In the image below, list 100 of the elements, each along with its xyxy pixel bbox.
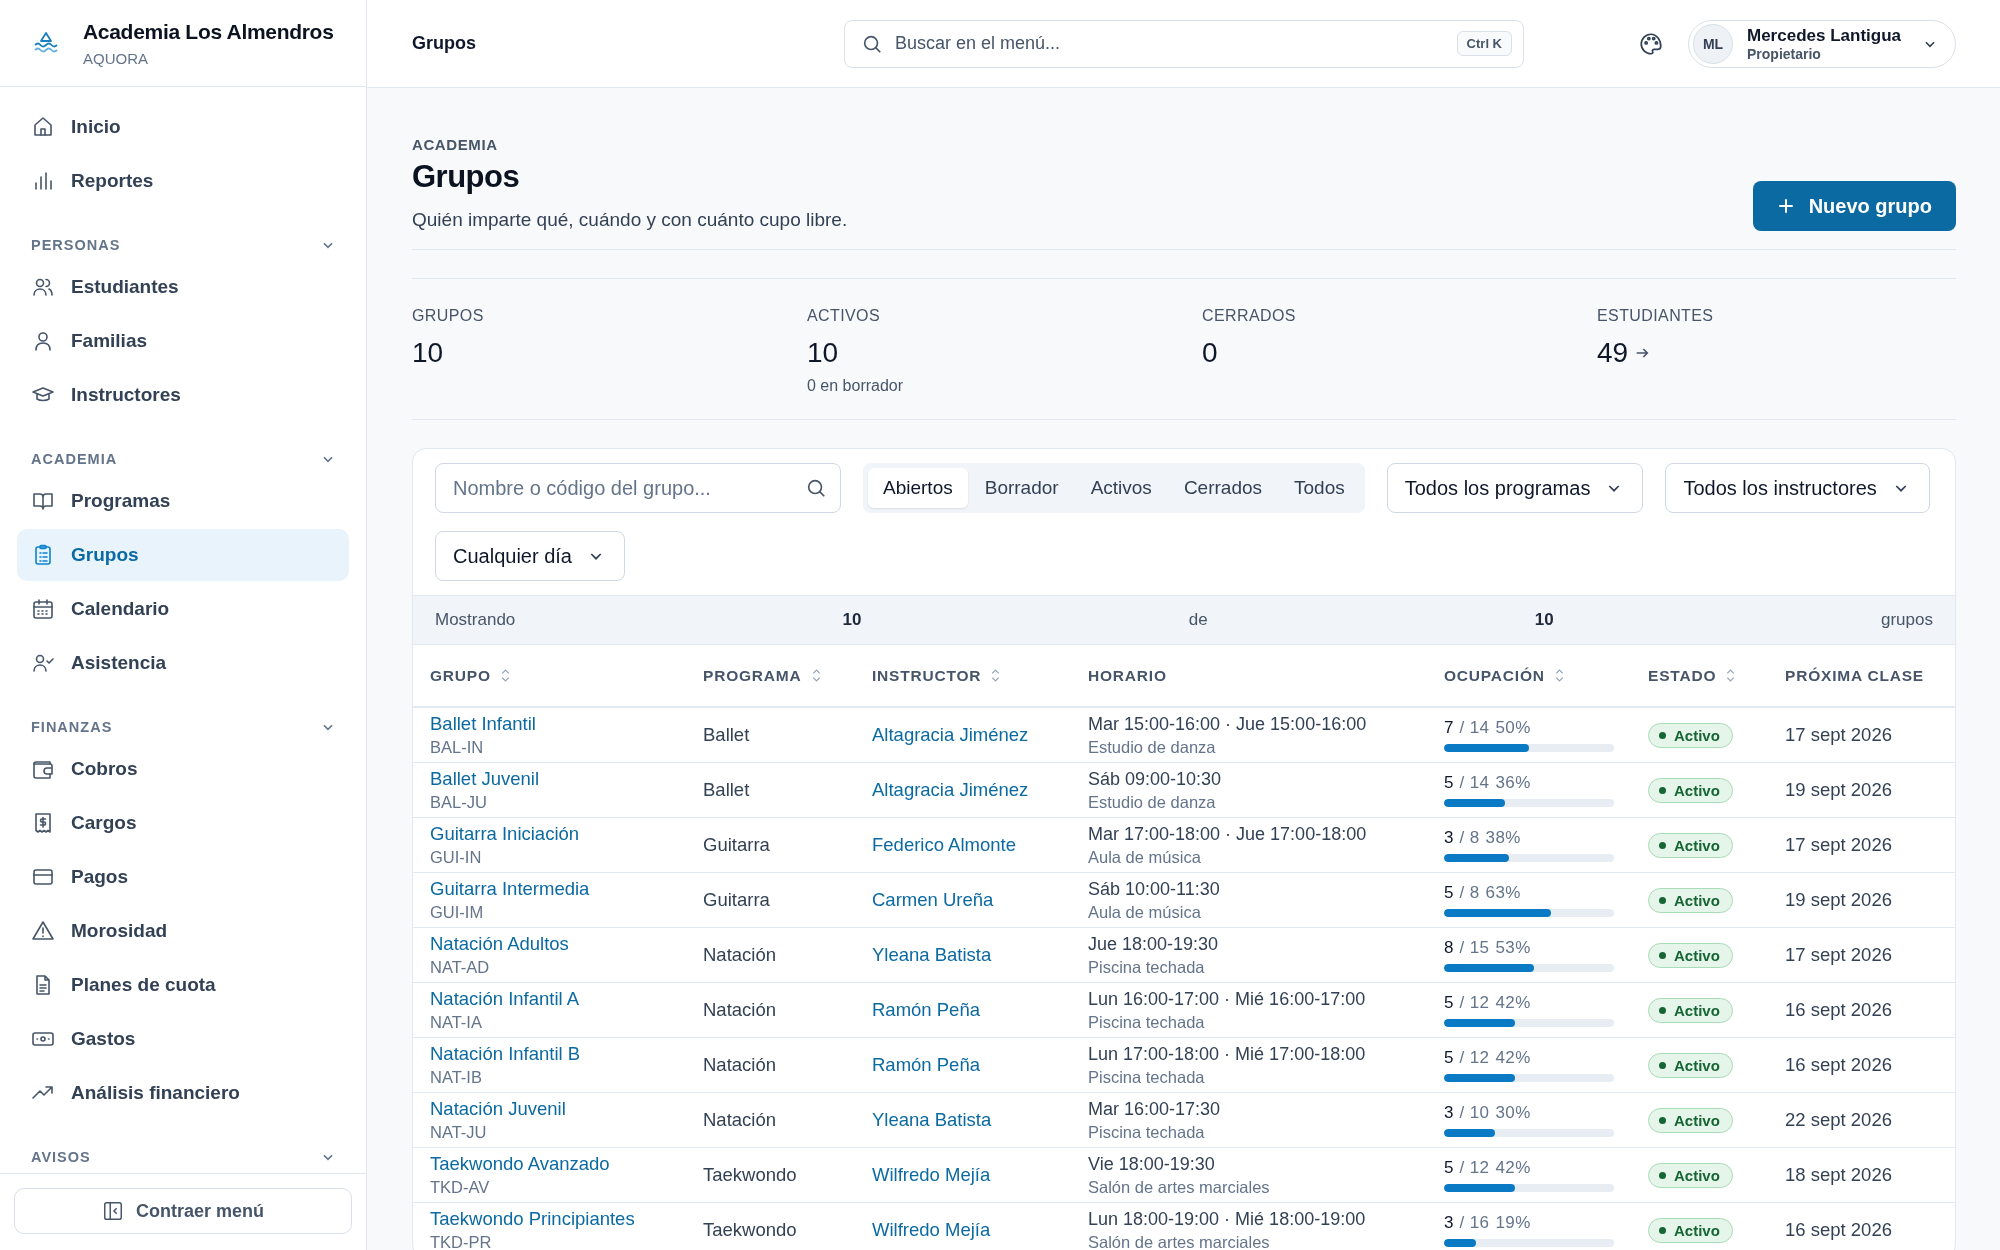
column-header[interactable]: PROGRAMA (686, 645, 855, 707)
enrolled-count: 5 (1444, 1158, 1454, 1178)
enrolled-count: 5 (1444, 883, 1454, 903)
program-name: Natación (703, 1109, 776, 1130)
instructor-link[interactable]: Ramón Peña (872, 1054, 980, 1075)
summary-count: 10 (842, 610, 862, 630)
palette-icon[interactable] (1638, 30, 1664, 57)
nav-item[interactable]: Estudiantes (17, 261, 349, 313)
instructor-link[interactable]: Ramón Peña (872, 999, 980, 1020)
group-search-field[interactable]: Nombre o código del grupo... (435, 463, 841, 513)
nav-item[interactable]: Familias (17, 315, 349, 367)
column-header[interactable]: GRUPO (413, 645, 686, 707)
occupancy-percent: 36% (1495, 773, 1531, 793)
summary-count: 10 (1534, 610, 1554, 630)
nav-item[interactable]: Calendario (17, 583, 349, 635)
program-name: Guitarra (703, 834, 770, 855)
summary-label: de (1188, 610, 1208, 630)
status-tab[interactable]: Cerrados (1168, 468, 1278, 508)
group-link[interactable]: Natación Infantil B (430, 1043, 581, 1064)
status-tab[interactable]: Borrador (969, 468, 1074, 508)
nav-item[interactable]: Morosidad (17, 905, 349, 957)
nav-item[interactable]: Programas (17, 475, 349, 527)
logo-icon (33, 32, 59, 54)
avatar: ML (1693, 23, 1733, 64)
location-text: Estudio de danza (1088, 792, 1217, 812)
location-text: Salón de artes marciales (1088, 1177, 1271, 1197)
nav-item[interactable]: Planes de cuota (17, 959, 349, 1011)
page-subtitle: Quién imparte qué, cuándo y con cuánto cupo libre. (412, 209, 848, 231)
group-link[interactable]: Guitarra Iniciación (430, 823, 580, 844)
enrolled-count: 3 (1444, 1103, 1454, 1123)
next-class-date: 22 sept 2026 (1785, 1109, 1892, 1130)
instructor-link[interactable]: Carmen Ureña (872, 889, 994, 910)
group-link[interactable]: Ballet Juvenil (430, 768, 539, 789)
instructor-link[interactable]: Altagracia Jiménez (872, 724, 1029, 745)
stat-label: ACTIVOS (807, 307, 882, 325)
nav-item[interactable]: Instructores (17, 369, 349, 421)
location-text: Salón de artes marciales (1088, 1232, 1271, 1250)
instructor-link[interactable]: Yleana Batista (872, 944, 992, 965)
user-menu-button[interactable]: ML Mercedes Lantigua Propietario (1688, 19, 1956, 68)
new-group-button[interactable]: Nuevo grupo (1752, 181, 1956, 231)
next-class-date: 18 sept 2026 (1785, 1164, 1892, 1185)
group-link[interactable]: Ballet Infantil (430, 713, 536, 734)
program-name: Ballet (703, 779, 750, 800)
column-header: HORARIO (1071, 645, 1427, 707)
calendar-icon (31, 597, 55, 621)
enrolled-count: 5 (1444, 773, 1454, 793)
nav-item[interactable]: Análisis financiero (17, 1067, 349, 1119)
stat-value: 10 (412, 337, 444, 369)
capacity-text: / 12 (1459, 1158, 1490, 1178)
next-class-date: 17 sept 2026 (1785, 724, 1892, 745)
instructor-link[interactable]: Wilfredo Mejía (872, 1219, 991, 1240)
filter-dropdown[interactable]: Todos los programas (1386, 463, 1644, 513)
capacity-text: / 10 (1459, 1103, 1490, 1123)
schedule-text: Lun 16:00-17:00 · Mié 16:00-17:00 (1088, 988, 1367, 1010)
program-name: Natación (703, 1054, 776, 1075)
column-header[interactable]: OCUPACIÓN (1427, 645, 1631, 707)
enrolled-count: 7 (1444, 718, 1454, 738)
instructor-link[interactable]: Federico Almonte (872, 834, 1016, 855)
program-name: Taekwondo (703, 1219, 797, 1240)
filter-dropdown[interactable]: Cualquier día (435, 531, 625, 581)
group-code: GUI-IN (430, 848, 483, 867)
capacity-text: / 12 (1459, 1048, 1490, 1068)
collapse-menu-button[interactable]: Contraer menú (14, 1188, 352, 1234)
group-code: NAT-IB (430, 1068, 483, 1087)
instructor-link[interactable]: Wilfredo Mejía (872, 1164, 991, 1185)
column-header[interactable]: INSTRUCTOR (855, 645, 1071, 707)
group-code: BAL-JU (430, 793, 488, 812)
instructor-link[interactable]: Yleana Batista (872, 1109, 992, 1130)
filter-dropdown[interactable]: Todos los instructores (1665, 463, 1930, 513)
enrolled-count: 5 (1444, 1048, 1454, 1068)
next-class-date: 16 sept 2026 (1785, 1219, 1892, 1240)
next-class-date: 19 sept 2026 (1785, 779, 1892, 800)
group-link[interactable]: Natación Adultos (430, 933, 569, 954)
status-tab[interactable]: Todos (1279, 468, 1360, 508)
location-text: Piscina techada (1088, 957, 1206, 977)
group-link[interactable]: Natación Infantil A (430, 988, 580, 1009)
group-link[interactable]: Natación Juvenil (430, 1098, 566, 1119)
nav-item[interactable]: Grupos (17, 529, 349, 581)
capacity-text: / 8 (1459, 828, 1480, 848)
status-tab[interactable]: Abiertos (868, 468, 968, 508)
occupancy-percent: 42% (1495, 1158, 1531, 1178)
group-link[interactable]: Guitarra Intermedia (430, 878, 590, 899)
status-tab[interactable]: Activos (1075, 468, 1167, 508)
group-link[interactable]: Taekwondo Avanzado (430, 1153, 610, 1174)
column-header[interactable]: ESTADO (1631, 645, 1768, 707)
nav-item[interactable]: Inicio (17, 101, 349, 153)
occupancy-percent: 19% (1495, 1213, 1531, 1233)
nav-item[interactable]: Asistencia (17, 637, 349, 689)
nav-item[interactable]: Cargos (17, 797, 349, 849)
nav-item[interactable]: Reportes (17, 155, 349, 207)
section-title: FINANZAS (31, 719, 113, 735)
next-class-date: 16 sept 2026 (1785, 999, 1892, 1020)
group-link[interactable]: Taekwondo Principiantes (430, 1208, 635, 1229)
nav-item[interactable]: Pagos (17, 851, 349, 903)
capacity-text: / 15 (1459, 938, 1490, 958)
capacity-text: / 14 (1459, 718, 1490, 738)
schedule-text: Mar 15:00-16:00 · Jue 15:00-16:00 (1088, 713, 1368, 735)
instructor-link[interactable]: Altagracia Jiménez (872, 779, 1029, 800)
nav-item[interactable]: Gastos (17, 1013, 349, 1065)
nav-item[interactable]: Cobros (17, 743, 349, 795)
